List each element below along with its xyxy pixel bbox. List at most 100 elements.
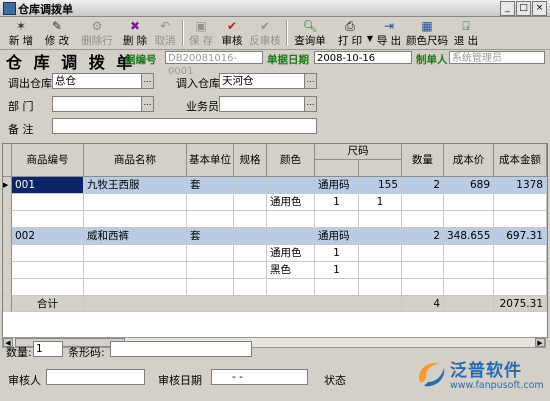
grid-cell-qty[interactable]	[402, 279, 444, 296]
salesperson-field[interactable]: …	[219, 96, 317, 112]
grid-cell-qty[interactable]	[402, 194, 444, 211]
grid-cell-qty[interactable]	[402, 211, 444, 228]
grid-cell-code[interactable]	[12, 262, 84, 279]
grid-cell-s2[interactable]: 155	[359, 177, 402, 194]
row-indicator[interactable]	[3, 279, 12, 296]
grid-cell-s1[interactable]	[315, 279, 359, 296]
grid-cell-code[interactable]	[12, 279, 84, 296]
print-dropdown-button[interactable]: ▼	[366, 18, 374, 48]
grid-cell-name[interactable]: 九牧王西服	[84, 177, 187, 194]
grid-cell-cost[interactable]	[444, 245, 494, 262]
color-size-button[interactable]: ▦ 颜色尺码	[404, 18, 450, 48]
save-button[interactable]: ▣ 保 存	[186, 18, 216, 48]
grid-cell-s1[interactable]	[315, 211, 359, 228]
doc-date-field[interactable]: 2008-10-16	[314, 51, 412, 64]
grid-cell-s1[interactable]: 通用码	[315, 177, 359, 194]
grid-cell-cost[interactable]	[444, 262, 494, 279]
row-indicator[interactable]	[3, 211, 12, 228]
grid-cell-amount[interactable]	[494, 245, 547, 262]
scroll-right-icon[interactable]: ▶	[535, 338, 545, 347]
grid-cell-cost[interactable]	[444, 211, 494, 228]
row-indicator[interactable]	[3, 228, 12, 245]
grid-cell-unit[interactable]	[187, 245, 234, 262]
delete-button[interactable]: ✖ 删 除	[118, 18, 152, 48]
grid-cell-spec[interactable]	[234, 211, 267, 228]
grid-cell-unit[interactable]: 套	[187, 228, 234, 245]
qty-input[interactable]: 1	[33, 341, 63, 357]
grid-cell-amount[interactable]: 697.31	[494, 228, 547, 245]
print-button[interactable]: ⎙ 打 印	[332, 18, 368, 48]
grid-cell-spec[interactable]	[234, 279, 267, 296]
col-header-color[interactable]: 颜色	[267, 144, 315, 177]
grid-cell-unit[interactable]	[187, 194, 234, 211]
grid-cell-amount[interactable]	[494, 211, 547, 228]
grid-cell-color[interactable]: 通用色	[267, 245, 315, 262]
grid-cell-code[interactable]: 001	[12, 177, 84, 194]
col-header-spec[interactable]: 规格	[234, 144, 267, 177]
grid-cell-name[interactable]	[84, 245, 187, 262]
department-field[interactable]: …	[52, 96, 154, 112]
out-warehouse-field[interactable]: 总仓…	[52, 73, 154, 89]
delete-row-button[interactable]: ⚙ 删除行	[76, 18, 118, 48]
col-header-unit[interactable]: 基本单位	[187, 144, 234, 177]
export-button[interactable]: ⇥ 导 出	[374, 18, 404, 48]
grid-cell-amount[interactable]: 1378	[494, 177, 547, 194]
grid-cell-code[interactable]	[12, 194, 84, 211]
grid-cell-cost[interactable]: 689	[444, 177, 494, 194]
grid-cell-unit[interactable]	[187, 262, 234, 279]
grid-cell-unit[interactable]	[187, 211, 234, 228]
cancel-button[interactable]: ↶ 取消	[152, 18, 178, 48]
grid-cell-s2[interactable]	[359, 245, 402, 262]
grid-cell-unit[interactable]: 套	[187, 177, 234, 194]
row-indicator[interactable]: ▶	[3, 177, 12, 194]
grid-cell-spec[interactable]	[234, 194, 267, 211]
grid-cell-cost[interactable]	[444, 194, 494, 211]
grid-cell-s2[interactable]	[359, 211, 402, 228]
grid-cell-name[interactable]: 威和西裤	[84, 228, 187, 245]
new-button[interactable]: ✶ 新 增	[4, 18, 38, 48]
barcode-input[interactable]	[110, 341, 252, 357]
maker-field[interactable]: 系统管理员	[449, 51, 545, 64]
grid-cell-name[interactable]	[84, 211, 187, 228]
grid-cell-s1[interactable]: 1	[315, 262, 359, 279]
grid-cell-unit[interactable]	[187, 279, 234, 296]
grid-cell-name[interactable]	[84, 262, 187, 279]
grid-cell-code[interactable]	[12, 211, 84, 228]
grid-cell-color[interactable]: 通用色	[267, 194, 315, 211]
grid-cell-spec[interactable]	[234, 245, 267, 262]
grid-cell-s2[interactable]: 1	[359, 194, 402, 211]
maximize-button[interactable]: □	[516, 1, 531, 16]
col-header-qty[interactable]: 数量	[402, 144, 444, 177]
row-indicator[interactable]	[3, 262, 12, 279]
grid-cell-color[interactable]: 黑色	[267, 262, 315, 279]
grid-cell-amount[interactable]	[494, 262, 547, 279]
lookup-button[interactable]: …	[304, 97, 316, 111]
grid-cell-code[interactable]: 002	[12, 228, 84, 245]
grid-cell-color[interactable]	[267, 211, 315, 228]
grid-cell-cost[interactable]: 348.655	[444, 228, 494, 245]
minimize-button[interactable]: _	[500, 1, 515, 16]
grid-cell-qty[interactable]: 2	[402, 228, 444, 245]
grid-cell-qty[interactable]	[402, 245, 444, 262]
remark-field[interactable]	[52, 118, 317, 134]
in-warehouse-field[interactable]: 天河仓…	[219, 73, 317, 89]
grid-cell-s2[interactable]	[359, 262, 402, 279]
grid-cell-amount[interactable]	[494, 279, 547, 296]
row-indicator[interactable]	[3, 245, 12, 262]
grid-cell-s1[interactable]: 通用码	[315, 228, 359, 245]
grid-cell-amount[interactable]	[494, 194, 547, 211]
grid-cell-spec[interactable]	[234, 262, 267, 279]
edit-button[interactable]: ✎ 修 改	[40, 18, 74, 48]
lookup-button[interactable]: …	[141, 97, 153, 111]
approve-date-field[interactable]: - -	[211, 369, 308, 385]
grid-cell-spec[interactable]	[234, 177, 267, 194]
lookup-button[interactable]: …	[141, 74, 153, 88]
grid-cell-s2[interactable]	[359, 279, 402, 296]
col-header-cost[interactable]: 成本价	[444, 144, 494, 177]
col-header-size[interactable]: 尺码	[315, 144, 402, 160]
grid-cell-color[interactable]	[267, 228, 315, 245]
col-header-code[interactable]: 商品编号	[12, 144, 84, 177]
unapprove-button[interactable]: ✔ 反审核	[248, 18, 282, 48]
col-header-amount[interactable]: 成本金额	[494, 144, 547, 177]
grid-cell-s1[interactable]: 1	[315, 194, 359, 211]
